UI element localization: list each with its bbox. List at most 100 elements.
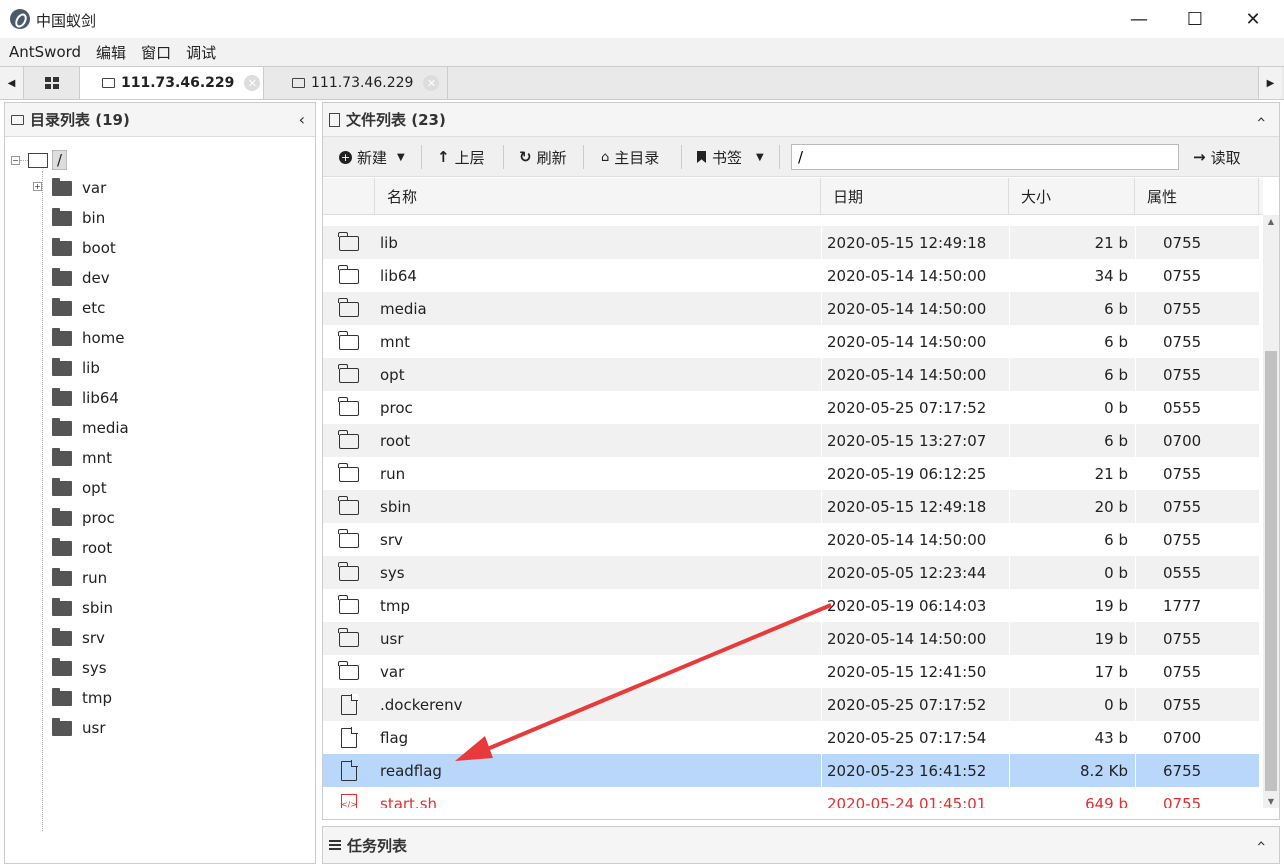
tree-item-label: usr <box>82 719 106 737</box>
tab-close-icon[interactable]: ✕ <box>423 75 440 91</box>
folder-icon <box>52 567 72 586</box>
folder-icon <box>52 687 72 706</box>
menu-edit[interactable]: 编辑 <box>96 42 126 63</box>
tree-item-proc[interactable]: proc <box>52 507 115 529</box>
folder-icon <box>52 207 72 226</box>
menu-antsword[interactable]: AntSword <box>9 43 81 61</box>
tree-item-label: tmp <box>82 689 113 707</box>
tree-item-mnt[interactable]: mnt <box>52 447 112 469</box>
grid-icon <box>44 77 59 89</box>
folder-icon <box>52 657 72 676</box>
directory-panel-title: 目录列表 (19) <box>30 111 130 129</box>
folder-icon <box>52 177 72 196</box>
folder-icon <box>52 357 72 376</box>
tree-item-label: sys <box>82 659 107 677</box>
folder-icon <box>52 507 72 526</box>
tree-item-label: bin <box>82 209 106 227</box>
folder-icon <box>52 477 72 496</box>
directory-panel-header: 目录列表 (19) ‹ <box>5 103 315 137</box>
folder-icon <box>52 267 72 286</box>
tab-home[interactable] <box>24 67 80 99</box>
tree-item-label: lib64 <box>82 389 119 407</box>
tree-root-label: / <box>52 150 68 170</box>
tree-item-label: dev <box>82 269 110 287</box>
tree-item-srv[interactable]: srv <box>52 627 105 649</box>
folder-icon <box>52 447 72 466</box>
tree-item-etc[interactable]: etc <box>52 297 105 319</box>
task-panel-header[interactable]: 任务列表 ‹ <box>323 827 1279 863</box>
task-list-panel: 任务列表 ‹ <box>322 826 1280 864</box>
tree-item-label: sbin <box>82 599 114 617</box>
tree-item-run[interactable]: run <box>52 567 107 589</box>
folder-icon <box>292 78 305 88</box>
collapse-tree-icon[interactable]: − <box>11 155 20 165</box>
folder-icon <box>52 537 72 556</box>
menu-bar: AntSword 编辑 窗口 调试 <box>0 38 1284 66</box>
folder-icon <box>52 417 72 436</box>
tree-item-sys[interactable]: sys <box>52 657 107 679</box>
folder-icon <box>52 597 72 616</box>
tab-label: 111.73.46.229 <box>121 75 235 91</box>
folder-icon <box>52 327 72 346</box>
menu-debug[interactable]: 调试 <box>186 42 216 63</box>
tree-item-home[interactable]: home <box>52 327 125 349</box>
tree-root[interactable]: − / <box>11 149 68 171</box>
antsword-logo-icon <box>10 9 30 29</box>
tree-item-dev[interactable]: dev <box>52 267 110 289</box>
arrow-head <box>455 736 493 761</box>
tree-item-media[interactable]: media <box>52 417 129 439</box>
tab-shell-2[interactable]: 111.73.46.229 ✕ <box>264 67 448 99</box>
close-button[interactable]: ✕ <box>1224 0 1282 38</box>
tree-item-label: mnt <box>82 449 112 467</box>
folder-icon <box>52 237 72 256</box>
tab-scroll-right-icon[interactable]: ▶ <box>1258 67 1282 99</box>
folder-icon <box>52 297 72 316</box>
tree-item-lib64[interactable]: lib64 <box>52 387 119 409</box>
list-icon <box>329 840 341 850</box>
tree-item-opt[interactable]: opt <box>52 477 107 499</box>
folder-icon <box>52 387 72 406</box>
tab-close-icon[interactable]: ✕ <box>244 75 261 91</box>
task-panel-title: 任务列表 <box>347 836 408 855</box>
tree-item-label: home <box>82 329 125 347</box>
tree-item-label: opt <box>82 479 107 497</box>
folder-icon <box>11 114 24 125</box>
arrow-shaft <box>472 603 832 757</box>
tree-item-label: boot <box>82 239 116 257</box>
file-list-panel: 文件列表 (23) ‹ + 新建 ▼ ↑ 上层 ↻ 刷新 ⌂ 主目录 书签 ▼ <box>322 102 1280 820</box>
directory-tree-panel: 目录列表 (19) ‹ − / + var bin boot dev etc h… <box>4 102 316 864</box>
tab-bar: ◀ 111.73.46.229 ✕ 111.73.46.229 ✕ ▶ <box>0 66 1284 100</box>
tree-item-label: media <box>82 419 129 437</box>
tree-item-label: etc <box>82 299 106 317</box>
collapse-left-icon[interactable]: ‹ <box>299 110 305 129</box>
folder-icon <box>52 717 72 736</box>
folder-icon <box>52 627 72 646</box>
tree-item-boot[interactable]: boot <box>52 237 116 259</box>
tree-item-root[interactable]: root <box>52 537 112 559</box>
expand-var-icon[interactable]: + <box>33 182 42 191</box>
maximize-button[interactable]: ☐ <box>1166 0 1224 38</box>
minimize-button[interactable]: — <box>1110 0 1168 38</box>
menu-window[interactable]: 窗口 <box>141 42 171 63</box>
tree-item-label: run <box>82 569 108 587</box>
expand-task-panel-icon[interactable]: ‹ <box>1252 840 1271 846</box>
tab-label: 111.73.46.229 <box>311 75 414 91</box>
tree-item-label: root <box>82 539 113 557</box>
tab-shell-1[interactable]: 111.73.46.229 ✕ <box>80 67 264 99</box>
folder-open-icon <box>28 152 48 168</box>
tree-item-label: srv <box>82 629 105 647</box>
folder-icon <box>102 78 115 88</box>
annotation-arrow <box>455 603 832 761</box>
tree-item-label: lib <box>82 359 100 377</box>
tree-item-label: var <box>82 179 107 197</box>
tree-guide-line <box>42 171 43 831</box>
tree-item-usr[interactable]: usr <box>52 717 106 739</box>
tree-item-lib[interactable]: lib <box>52 357 100 379</box>
title-bar: 中国蚁剑 — ☐ ✕ <box>0 0 1284 38</box>
tree-item-var[interactable]: var <box>52 177 106 199</box>
tree-item-label: proc <box>82 509 115 527</box>
tree-item-bin[interactable]: bin <box>52 207 105 229</box>
tree-item-sbin[interactable]: sbin <box>52 597 113 619</box>
tree-item-tmp[interactable]: tmp <box>52 687 112 709</box>
tab-scroll-left-icon[interactable]: ◀ <box>0 67 24 99</box>
